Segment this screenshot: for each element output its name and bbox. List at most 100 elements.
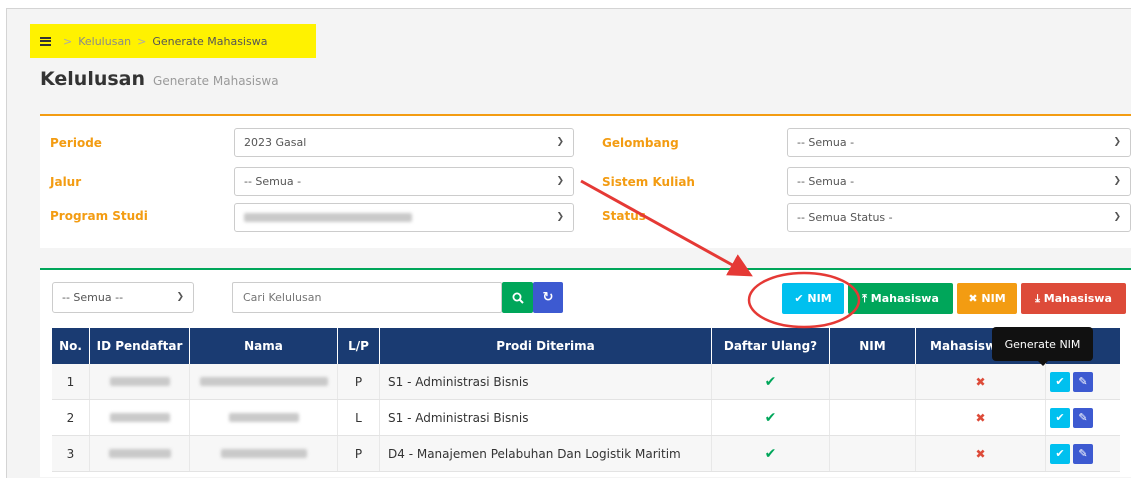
- col-header-nama[interactable]: Nama: [190, 328, 338, 364]
- col-header-daftar-ulang[interactable]: Daftar Ulang?: [712, 328, 830, 364]
- gelombang-label: Gelombang: [602, 136, 679, 150]
- sistem-kuliah-select[interactable]: -- Semua - ❯: [787, 167, 1131, 196]
- status-select-value: -- Semua Status -: [797, 211, 893, 224]
- delete-mahasiswa-button[interactable]: ⤓ Mahasiswa: [1021, 283, 1126, 314]
- cell-nim: [830, 364, 916, 399]
- table-row: 2 L S1 - Administrasi Bisnis ✔ ✖ ✔ ✎: [52, 400, 1120, 436]
- cell-nama: [190, 436, 338, 471]
- jalur-select-value: -- Semua -: [244, 175, 302, 188]
- program-studi-redacted-value: [244, 213, 412, 222]
- filter-panel: Periode Jalur Program Studi 2023 Gasal ❯…: [40, 114, 1131, 248]
- cell-no: 3: [52, 436, 90, 471]
- hamburger-icon[interactable]: [40, 36, 51, 46]
- program-studi-label: Program Studi: [50, 209, 148, 223]
- page-title: Kelulusan Generate Mahasiswa: [40, 68, 279, 90]
- jalur-select[interactable]: -- Semua - ❯: [234, 167, 574, 196]
- search-button[interactable]: [502, 282, 533, 313]
- cell-lp: L: [338, 400, 380, 435]
- status-label: Status: [602, 209, 646, 223]
- redacted-id: [108, 449, 171, 458]
- breadcrumb-item-current: Generate Mahasiswa: [152, 34, 268, 48]
- chevron-down-icon: ❯: [176, 292, 184, 302]
- breadcrumb-separator: >: [137, 34, 147, 48]
- periode-label: Periode: [50, 136, 102, 150]
- cross-icon: ✖: [975, 374, 986, 389]
- breadcrumb-separator: >: [63, 34, 73, 48]
- breadcrumb-item-kelulusan[interactable]: Kelulusan: [78, 35, 131, 48]
- generate-nim-tooltip: Generate NIM: [992, 327, 1093, 366]
- cell-nama: [190, 364, 338, 399]
- col-header-prodi[interactable]: Prodi Diterima: [380, 328, 712, 364]
- row-generate-nim-button[interactable]: ✔: [1050, 407, 1070, 428]
- row-edit-button[interactable]: ✎: [1073, 407, 1093, 428]
- gelombang-select[interactable]: -- Semua - ❯: [787, 128, 1131, 157]
- cell-daftar-ulang: ✔: [712, 436, 830, 471]
- cross-icon: ✖: [975, 446, 986, 461]
- cell-no: 1: [52, 364, 90, 399]
- cell-prodi: S1 - Administrasi Bisnis: [380, 364, 712, 399]
- status-select[interactable]: -- Semua Status - ❯: [787, 203, 1131, 232]
- cell-nim: [830, 400, 916, 435]
- cell-id-pendaftar: [90, 436, 190, 471]
- search-input[interactable]: [232, 282, 502, 313]
- row-edit-button[interactable]: ✎: [1073, 371, 1093, 392]
- col-header-no[interactable]: No.: [52, 328, 90, 364]
- sistem-kuliah-label: Sistem Kuliah: [602, 175, 695, 189]
- cell-actions: ✔ ✎: [1046, 364, 1120, 399]
- cell-lp: P: [338, 364, 380, 399]
- check-icon: ✔: [764, 409, 777, 426]
- row-filter-select-value: -- Semua --: [62, 291, 124, 304]
- cell-mahasiswa: ✖: [916, 436, 1046, 471]
- col-header-nim[interactable]: NIM: [830, 328, 916, 364]
- cell-prodi: S1 - Administrasi Bisnis: [380, 400, 712, 435]
- periode-select[interactable]: 2023 Gasal ❯: [234, 128, 574, 157]
- row-generate-nim-button[interactable]: ✔: [1050, 371, 1070, 392]
- cell-no: 2: [52, 400, 90, 435]
- redacted-name: [220, 449, 307, 458]
- jalur-label: Jalur: [50, 175, 82, 189]
- check-icon: ✔: [764, 373, 777, 390]
- table-row: 1 P S1 - Administrasi Bisnis ✔ ✖ ✔ ✎: [52, 364, 1120, 400]
- refresh-button[interactable]: ↻: [533, 282, 563, 313]
- search-icon: [512, 292, 524, 304]
- col-header-id-pendaftar[interactable]: ID Pendaftar: [90, 328, 190, 364]
- generate-mahasiswa-button[interactable]: ⤒ Mahasiswa: [848, 283, 953, 314]
- cell-lp: P: [338, 436, 380, 471]
- chevron-down-icon: ❯: [556, 212, 564, 222]
- cell-mahasiswa: ✖: [916, 364, 1046, 399]
- cross-icon: ✖: [975, 410, 986, 425]
- chevron-down-icon: ❯: [1113, 212, 1121, 222]
- cell-actions: ✔ ✎: [1046, 400, 1120, 435]
- chevron-down-icon: ❯: [556, 176, 564, 186]
- cell-mahasiswa: ✖: [916, 400, 1046, 435]
- cancel-nim-button[interactable]: ✖ NIM: [957, 283, 1017, 314]
- col-header-lp[interactable]: L/P: [338, 328, 380, 364]
- check-icon: ✔: [764, 445, 777, 462]
- cell-prodi: D4 - Manajemen Pelabuhan Dan Logistik Ma…: [380, 436, 712, 471]
- cell-id-pendaftar: [90, 400, 190, 435]
- chevron-down-icon: ❯: [1113, 176, 1121, 186]
- refresh-icon: ↻: [542, 290, 554, 305]
- redacted-name: [228, 413, 299, 422]
- page-title-text: Kelulusan: [40, 68, 146, 90]
- breadcrumb: > Kelulusan > Generate Mahasiswa: [30, 24, 316, 58]
- cell-actions: ✔ ✎: [1046, 436, 1120, 471]
- generate-nim-button[interactable]: ✔ NIM: [782, 283, 844, 314]
- cell-nim: [830, 436, 916, 471]
- table-row: 3 P D4 - Manajemen Pelabuhan Dan Logisti…: [52, 436, 1120, 472]
- row-generate-nim-button[interactable]: ✔: [1050, 443, 1070, 464]
- redacted-id: [109, 377, 170, 386]
- cell-daftar-ulang: ✔: [712, 364, 830, 399]
- cell-nama: [190, 400, 338, 435]
- redacted-name: [199, 377, 328, 386]
- row-filter-select[interactable]: -- Semua -- ❯: [52, 282, 194, 313]
- chevron-down-icon: ❯: [556, 137, 564, 147]
- page-subtitle: Generate Mahasiswa: [153, 74, 279, 88]
- program-studi-select[interactable]: ❯: [234, 203, 574, 232]
- row-edit-button[interactable]: ✎: [1073, 443, 1093, 464]
- cell-id-pendaftar: [90, 364, 190, 399]
- cell-daftar-ulang: ✔: [712, 400, 830, 435]
- sistem-kuliah-select-value: -- Semua -: [797, 175, 855, 188]
- periode-select-value: 2023 Gasal: [244, 136, 307, 149]
- chevron-down-icon: ❯: [1113, 137, 1121, 147]
